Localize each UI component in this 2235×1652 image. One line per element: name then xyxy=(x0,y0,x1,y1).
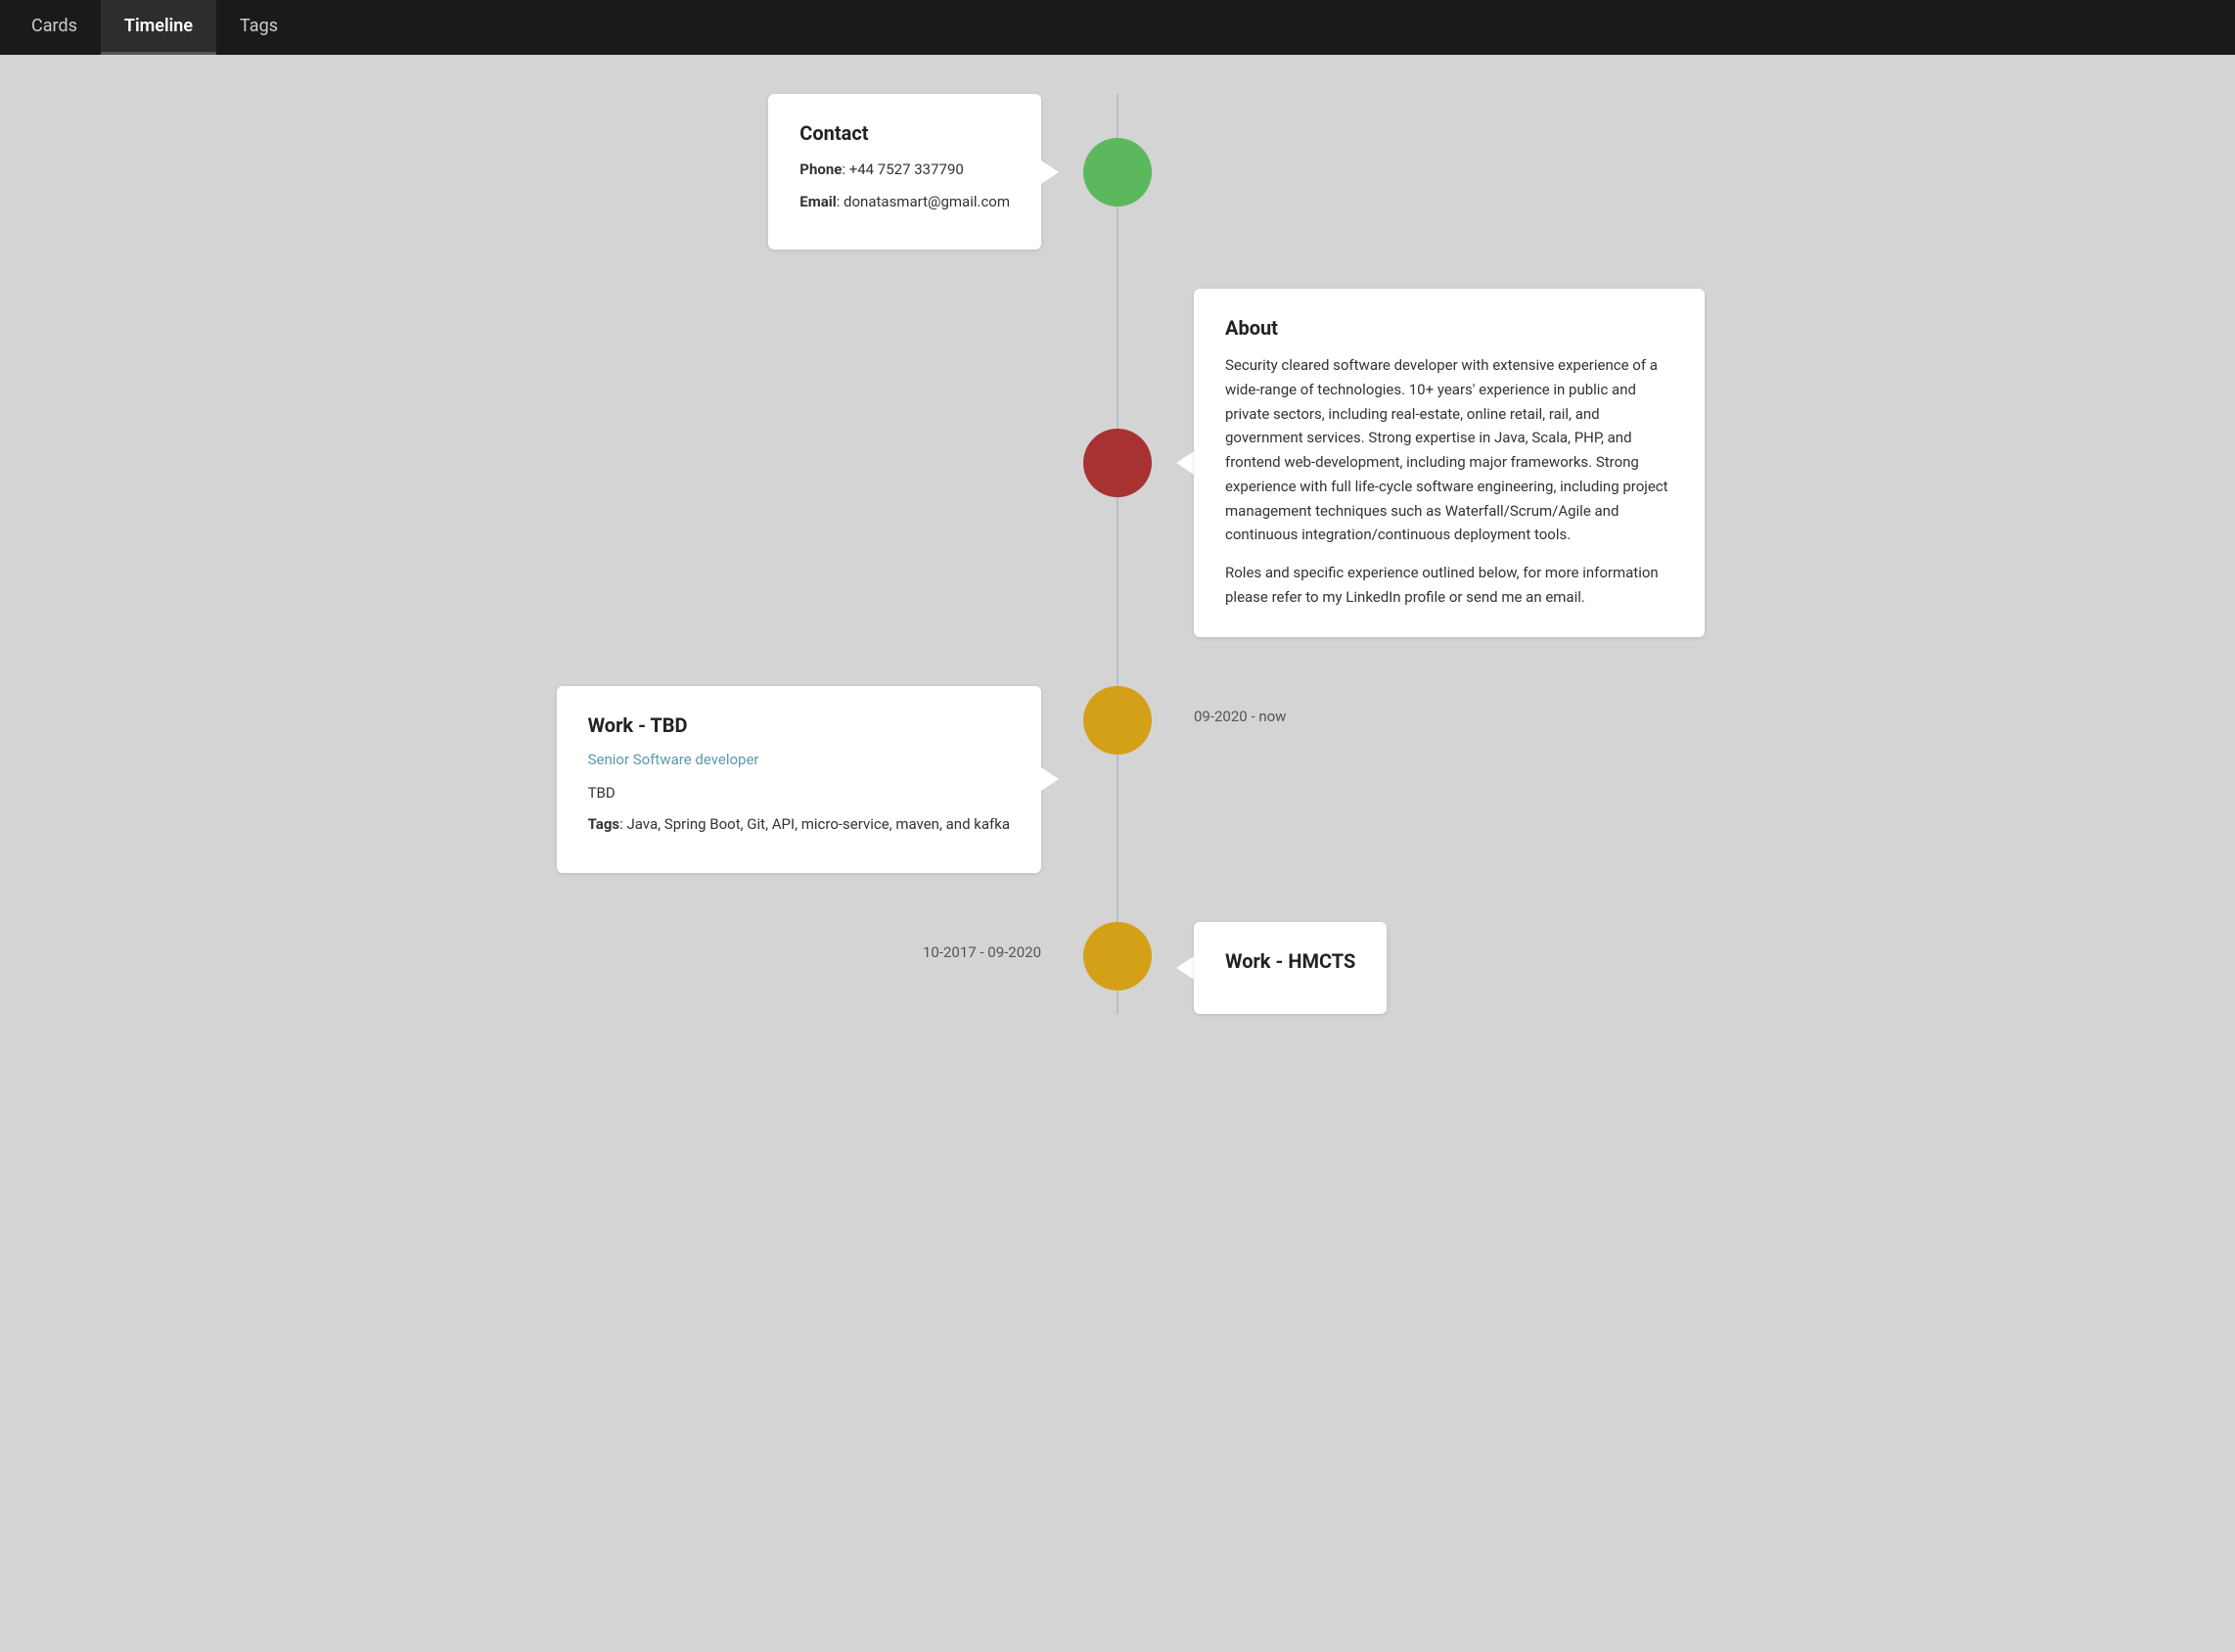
about-body: Security cleared software developer with… xyxy=(1225,353,1673,610)
tbd-dot xyxy=(1083,686,1152,755)
hmcts-dot xyxy=(1083,922,1152,990)
tbd-card: Work - TBD Senior Software developer TBD… xyxy=(557,686,1041,873)
tbd-card-left: Work - TBD Senior Software developer TBD… xyxy=(557,686,1059,873)
contact-title: Contact xyxy=(799,121,1010,145)
nav-tags[interactable]: Tags xyxy=(216,0,301,55)
hmcts-date: 10-2017 - 09-2020 xyxy=(923,922,1059,961)
tbd-subtitle: Senior Software developer xyxy=(588,751,1010,768)
contact-card: Contact Phone: +44 7527 337790 Email: do… xyxy=(768,94,1041,250)
nav-timeline[interactable]: Timeline xyxy=(101,0,216,55)
tbd-body: TBD xyxy=(588,782,1010,804)
tbd-card-wrapper: Work - TBD Senior Software developer TBD… xyxy=(530,686,1059,873)
tbd-arrow xyxy=(1041,767,1059,791)
hmcts-date-wrapper: 10-2017 - 09-2020 xyxy=(530,922,1059,961)
timeline-row-about: About Security cleared software develope… xyxy=(530,289,1705,637)
about-card-wrapper: About Security cleared software develope… xyxy=(1176,289,1705,637)
about-dot xyxy=(1083,429,1152,497)
contact-card-wrapper: Contact Phone: +44 7527 337790 Email: do… xyxy=(530,94,1059,250)
about-title: About xyxy=(1225,316,1673,340)
navbar: Cards Timeline Tags xyxy=(0,0,2235,55)
main-content: Contact Phone: +44 7527 337790 Email: do… xyxy=(0,55,2235,1652)
contact-dot xyxy=(1083,138,1152,206)
about-card-right: About Security cleared software develope… xyxy=(1176,289,1705,637)
timeline: Contact Phone: +44 7527 337790 Email: do… xyxy=(530,94,1705,1014)
tbd-center xyxy=(1059,686,1176,755)
contact-arrow xyxy=(1041,161,1059,184)
about-para-2: Roles and specific experience outlined b… xyxy=(1225,561,1673,610)
hmcts-card-wrapper: Work - HMCTS xyxy=(1176,922,1705,1014)
hmcts-center xyxy=(1059,922,1176,990)
hmcts-title: Work - HMCTS xyxy=(1225,949,1355,973)
hmcts-card: Work - HMCTS xyxy=(1194,922,1387,1014)
tbd-title: Work - TBD xyxy=(588,713,1010,737)
contact-email: Email: donatasmart@gmail.com xyxy=(799,191,1010,213)
tbd-date-wrapper: 09-2020 - now xyxy=(1176,686,1705,725)
hmcts-arrow xyxy=(1176,956,1194,980)
timeline-row-contact: Contact Phone: +44 7527 337790 Email: do… xyxy=(530,94,1705,250)
about-card: About Security cleared software develope… xyxy=(1194,289,1705,637)
about-arrow xyxy=(1176,451,1194,475)
contact-center xyxy=(1059,138,1176,206)
about-para-1: Security cleared software developer with… xyxy=(1225,353,1673,547)
tbd-date: 09-2020 - now xyxy=(1176,686,1286,725)
tbd-tags: Tags: Java, Spring Boot, Git, API, micro… xyxy=(588,813,1010,836)
hmcts-card-right: Work - HMCTS xyxy=(1176,922,1387,1014)
timeline-row-hmcts: 10-2017 - 09-2020 Work - HMCTS xyxy=(530,912,1705,1014)
timeline-row-tbd: Work - TBD Senior Software developer TBD… xyxy=(530,676,1705,873)
nav-cards[interactable]: Cards xyxy=(8,0,101,55)
contact-phone: Phone: +44 7527 337790 xyxy=(799,159,1010,181)
contact-card-left: Contact Phone: +44 7527 337790 Email: do… xyxy=(768,94,1059,250)
about-center xyxy=(1059,429,1176,497)
